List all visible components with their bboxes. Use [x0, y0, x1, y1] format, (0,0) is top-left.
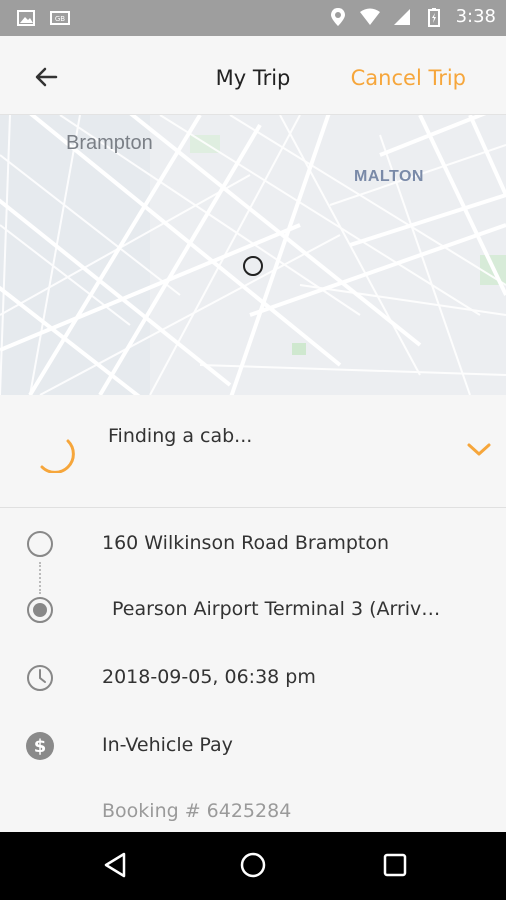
- location-icon: [330, 7, 345, 26]
- trip-status-panel: Finding a cab...: [0, 395, 506, 508]
- battery-icon: [427, 7, 440, 27]
- keyboard-icon: GB: [50, 11, 70, 25]
- datetime-row: 2018-09-05, 06:38 pm: [0, 652, 506, 702]
- back-triangle-icon[interactable]: [100, 850, 130, 880]
- booking-number: Booking # 6425284: [102, 800, 292, 822]
- signal-icon: [393, 8, 410, 25]
- pickup-circle-icon: [27, 531, 53, 557]
- pickup-datetime: 2018-09-05, 06:38 pm: [102, 666, 316, 688]
- app-header: My Trip Cancel Trip: [0, 36, 506, 115]
- location-pin: [243, 256, 263, 276]
- map-roads: [0, 115, 506, 395]
- image-icon: [17, 10, 35, 26]
- map-view[interactable]: Brampton MALTON: [0, 115, 506, 395]
- dollar-icon: $: [26, 732, 54, 760]
- loading-spinner-icon: [40, 439, 75, 473]
- cancel-trip-button[interactable]: Cancel Trip: [351, 66, 466, 90]
- status-text: Finding a cab...: [108, 425, 253, 447]
- status-bar: GB 3:38: [0, 0, 506, 36]
- dropoff-target-icon: [27, 597, 53, 623]
- svg-text:GB: GB: [55, 15, 65, 23]
- system-nav-bar: [0, 832, 506, 900]
- payment-row: $ In-Vehicle Pay: [0, 720, 506, 770]
- dropoff-row: Pearson Airport Terminal 3 (Arriv…: [0, 584, 506, 634]
- clock-icon: [27, 665, 53, 691]
- map-label-brampton: Brampton: [66, 132, 153, 154]
- dropoff-address: Pearson Airport Terminal 3 (Arriv…: [112, 598, 441, 620]
- wifi-icon: [359, 8, 380, 25]
- chevron-down-icon[interactable]: [466, 439, 492, 459]
- svg-text:$: $: [34, 736, 47, 757]
- recents-square-icon[interactable]: [380, 850, 410, 880]
- payment-method: In-Vehicle Pay: [102, 734, 233, 756]
- status-time: 3:38: [455, 6, 496, 27]
- home-circle-icon[interactable]: [238, 850, 268, 880]
- pickup-row: 160 Wilkinson Road Brampton: [0, 518, 506, 568]
- pickup-address: 160 Wilkinson Road Brampton: [102, 532, 390, 554]
- map-label-malton: MALTON: [354, 168, 424, 185]
